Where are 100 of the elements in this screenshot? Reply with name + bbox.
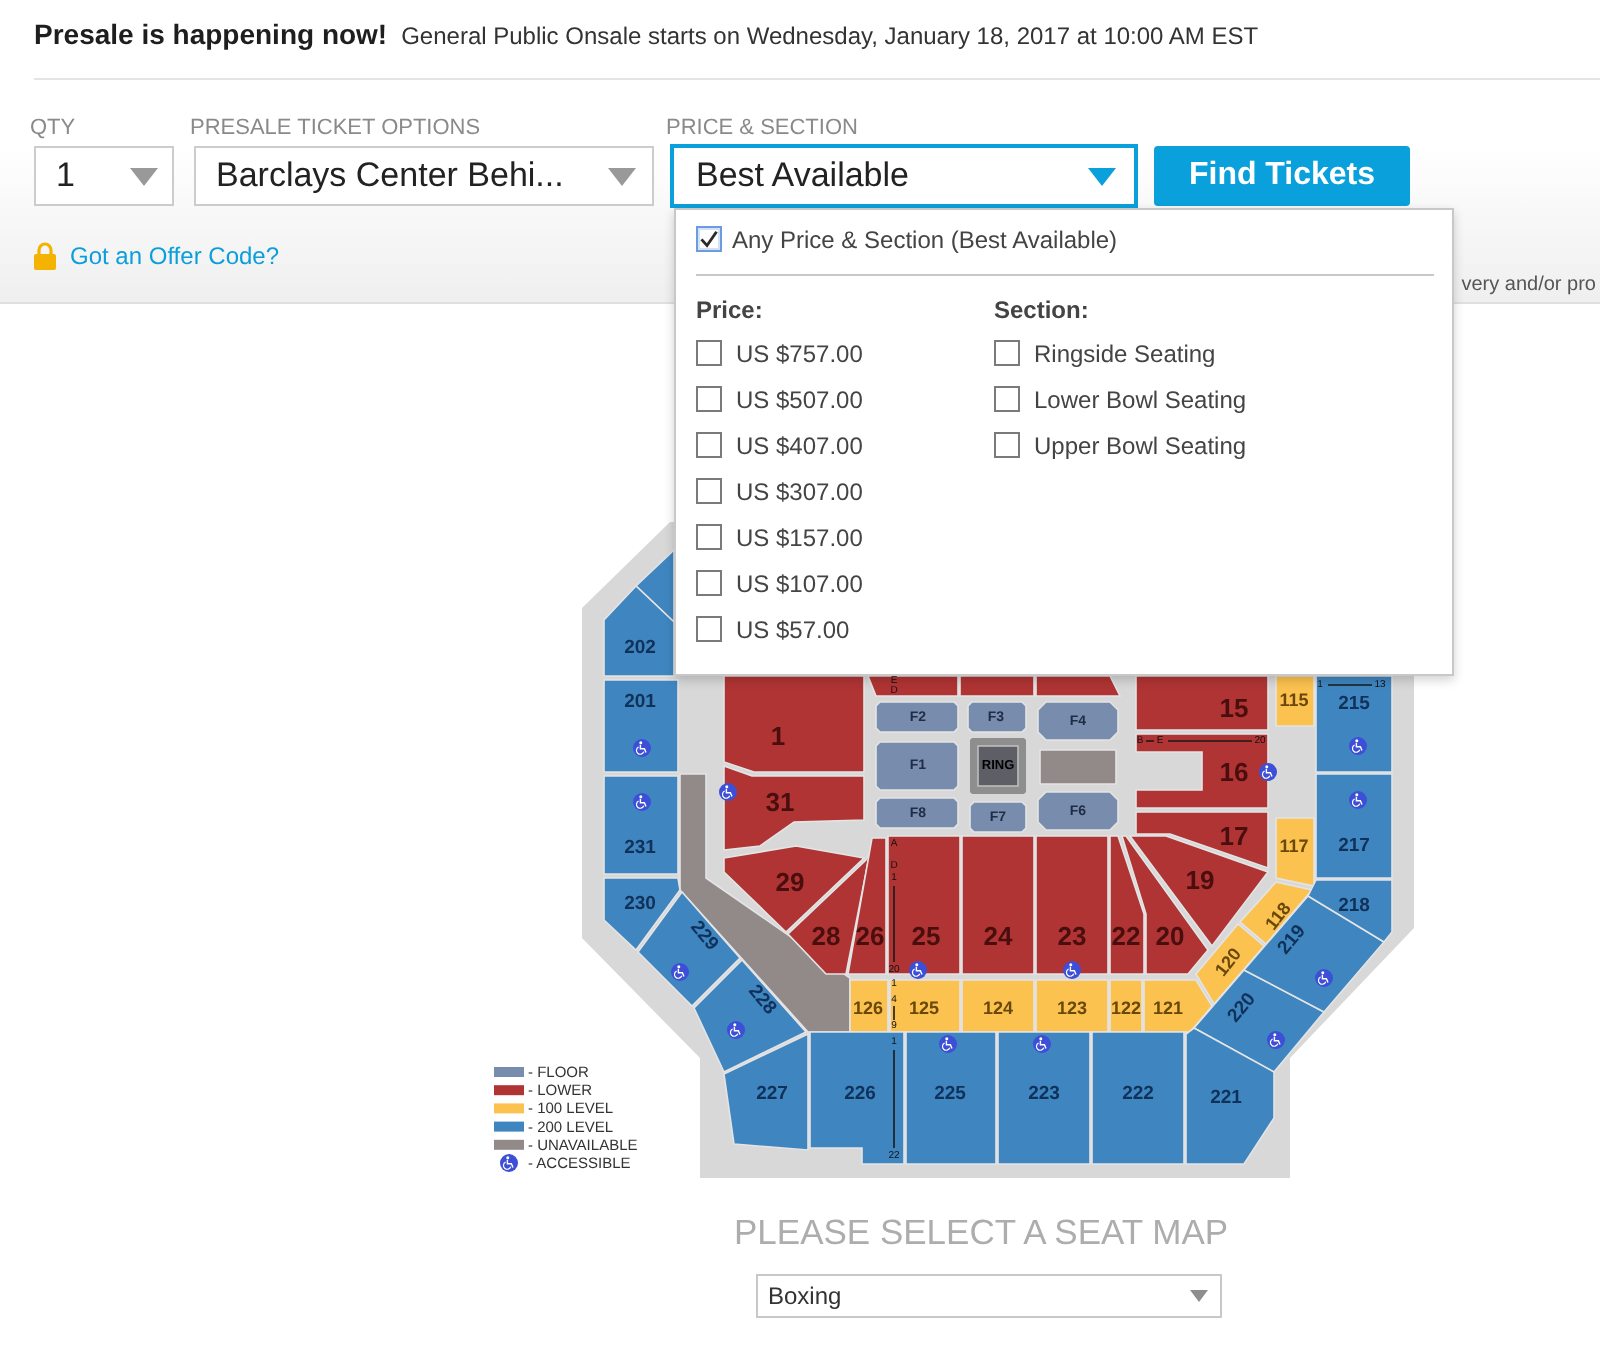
section-label: 218 <box>1338 895 1370 917</box>
checkbox[interactable] <box>696 524 722 550</box>
row-range-line <box>893 1049 895 1149</box>
checkbox[interactable] <box>696 226 722 252</box>
section-label: 20 <box>1155 921 1185 951</box>
seat-section[interactable] <box>1135 733 1269 809</box>
section-label: 221 <box>1210 1087 1242 1109</box>
section-label: 217 <box>1338 835 1370 857</box>
checkbox-label[interactable]: US $307.00 <box>736 477 863 505</box>
seat-section[interactable] <box>866 675 959 697</box>
seat-section[interactable] <box>889 979 961 1033</box>
section-label: 231 <box>624 837 656 859</box>
section-label: 117 <box>1279 836 1309 856</box>
seat-section[interactable] <box>1037 701 1119 741</box>
seat-section[interactable] <box>849 979 889 1033</box>
checkbox-label[interactable]: Any Price & Section (Best Available) <box>732 225 1118 253</box>
checkbox-label[interactable]: US $757.00 <box>736 339 863 367</box>
seat-section[interactable] <box>1037 791 1119 831</box>
seat-section[interactable] <box>1275 817 1315 887</box>
seat-section[interactable] <box>693 958 808 1074</box>
seat-section[interactable] <box>723 764 865 851</box>
seat-section[interactable] <box>875 797 959 829</box>
seat-section[interactable] <box>603 775 679 875</box>
caret-icon <box>1088 167 1116 185</box>
seat-section[interactable] <box>959 675 1035 697</box>
seat-section[interactable] <box>961 835 1035 975</box>
seat-section[interactable] <box>887 835 961 975</box>
section-label: 122 <box>1110 998 1142 1018</box>
checkbox[interactable] <box>696 432 722 458</box>
section-label: 1 <box>770 721 786 751</box>
seat-section[interactable] <box>603 679 679 773</box>
section-label: 230 <box>624 893 656 915</box>
seat-section[interactable] <box>969 801 1027 833</box>
checkbox-label[interactable]: US $57.00 <box>736 615 850 643</box>
seat-section[interactable] <box>1275 675 1315 727</box>
seat-section[interactable] <box>967 701 1027 733</box>
checkbox-label[interactable]: Upper Bowl Seating <box>1034 431 1247 459</box>
checkbox-label[interactable]: US $157.00 <box>736 523 863 551</box>
field-label: PRICE & SECTION <box>666 116 860 142</box>
section-label: 26 <box>855 921 885 951</box>
section-label: 121 <box>1152 998 1184 1018</box>
row-range-line <box>1145 740 1155 742</box>
checkbox-label[interactable]: US $407.00 <box>736 431 863 459</box>
seat-section[interactable] <box>1135 811 1269 870</box>
section-label: 201 <box>624 691 656 713</box>
checkbox[interactable] <box>994 340 1020 366</box>
seat-section[interactable] <box>1109 979 1143 1033</box>
seat-section[interactable] <box>809 1031 905 1165</box>
checkbox[interactable] <box>994 432 1020 458</box>
checkbox-label[interactable]: US $107.00 <box>736 569 863 597</box>
seat-section[interactable] <box>1035 675 1122 697</box>
boxing-ring <box>970 738 1026 794</box>
section-label: 25 <box>911 921 941 951</box>
checkbox-label[interactable]: Ringside Seating <box>1034 339 1216 367</box>
section-label: 15 <box>1219 693 1249 723</box>
section-label: 23 <box>1057 921 1087 951</box>
field-label: QTY <box>30 116 78 142</box>
checkbox[interactable] <box>696 478 722 504</box>
section-label: 29 <box>775 867 805 897</box>
seat-section[interactable] <box>961 979 1035 1033</box>
checkbox[interactable] <box>696 616 722 642</box>
quantity-select[interactable]: 1 <box>34 146 174 206</box>
seat-section[interactable] <box>1315 675 1393 773</box>
ticket-option-select[interactable]: Barclays Center Behi... <box>194 146 654 206</box>
section-label: 17 <box>1219 821 1249 851</box>
seat-section[interactable] <box>1035 979 1109 1033</box>
seat-map-select[interactable]: Boxing <box>756 1274 1222 1318</box>
wheelchair-icon <box>719 783 737 801</box>
wheelchair-icon <box>1259 763 1277 781</box>
section-label: 125 <box>908 998 940 1018</box>
seat-section[interactable] <box>1306 879 1393 944</box>
seat-section[interactable] <box>875 701 959 733</box>
seat-section[interactable] <box>847 837 887 975</box>
seat-section[interactable] <box>603 877 681 952</box>
wheelchair-icon <box>1063 961 1081 979</box>
row-range-line <box>1167 740 1253 742</box>
seat-section[interactable] <box>1135 675 1269 731</box>
checkbox[interactable] <box>696 340 722 366</box>
caret-icon <box>608 167 636 185</box>
section-label: 225 <box>934 1083 966 1105</box>
wheelchair-icon <box>671 963 689 981</box>
checkbox-label[interactable]: US $507.00 <box>736 385 863 413</box>
wheelchair-icon <box>1349 791 1367 809</box>
presale-headline: Presale is happening now! <box>34 18 388 50</box>
section-label: 226 <box>844 1083 876 1105</box>
checkbox[interactable] <box>696 386 722 412</box>
section-label: 202 <box>624 637 656 659</box>
checkbox[interactable] <box>696 570 722 596</box>
section-label: 22 <box>1111 921 1141 951</box>
section-label: 124 <box>982 998 1014 1018</box>
wheelchair-icon <box>1349 737 1367 755</box>
seat-section[interactable] <box>679 773 851 1033</box>
seat-section[interactable] <box>723 675 865 773</box>
section-label: 126 <box>852 998 884 1018</box>
checkbox-label[interactable]: Lower Bowl Seating <box>1034 385 1247 413</box>
checkmark-icon <box>700 230 718 248</box>
price-section-select[interactable]: Best Available <box>670 144 1138 208</box>
checkbox[interactable] <box>994 386 1020 412</box>
seat-section[interactable] <box>1315 773 1393 879</box>
column-heading: Price: <box>696 296 763 324</box>
